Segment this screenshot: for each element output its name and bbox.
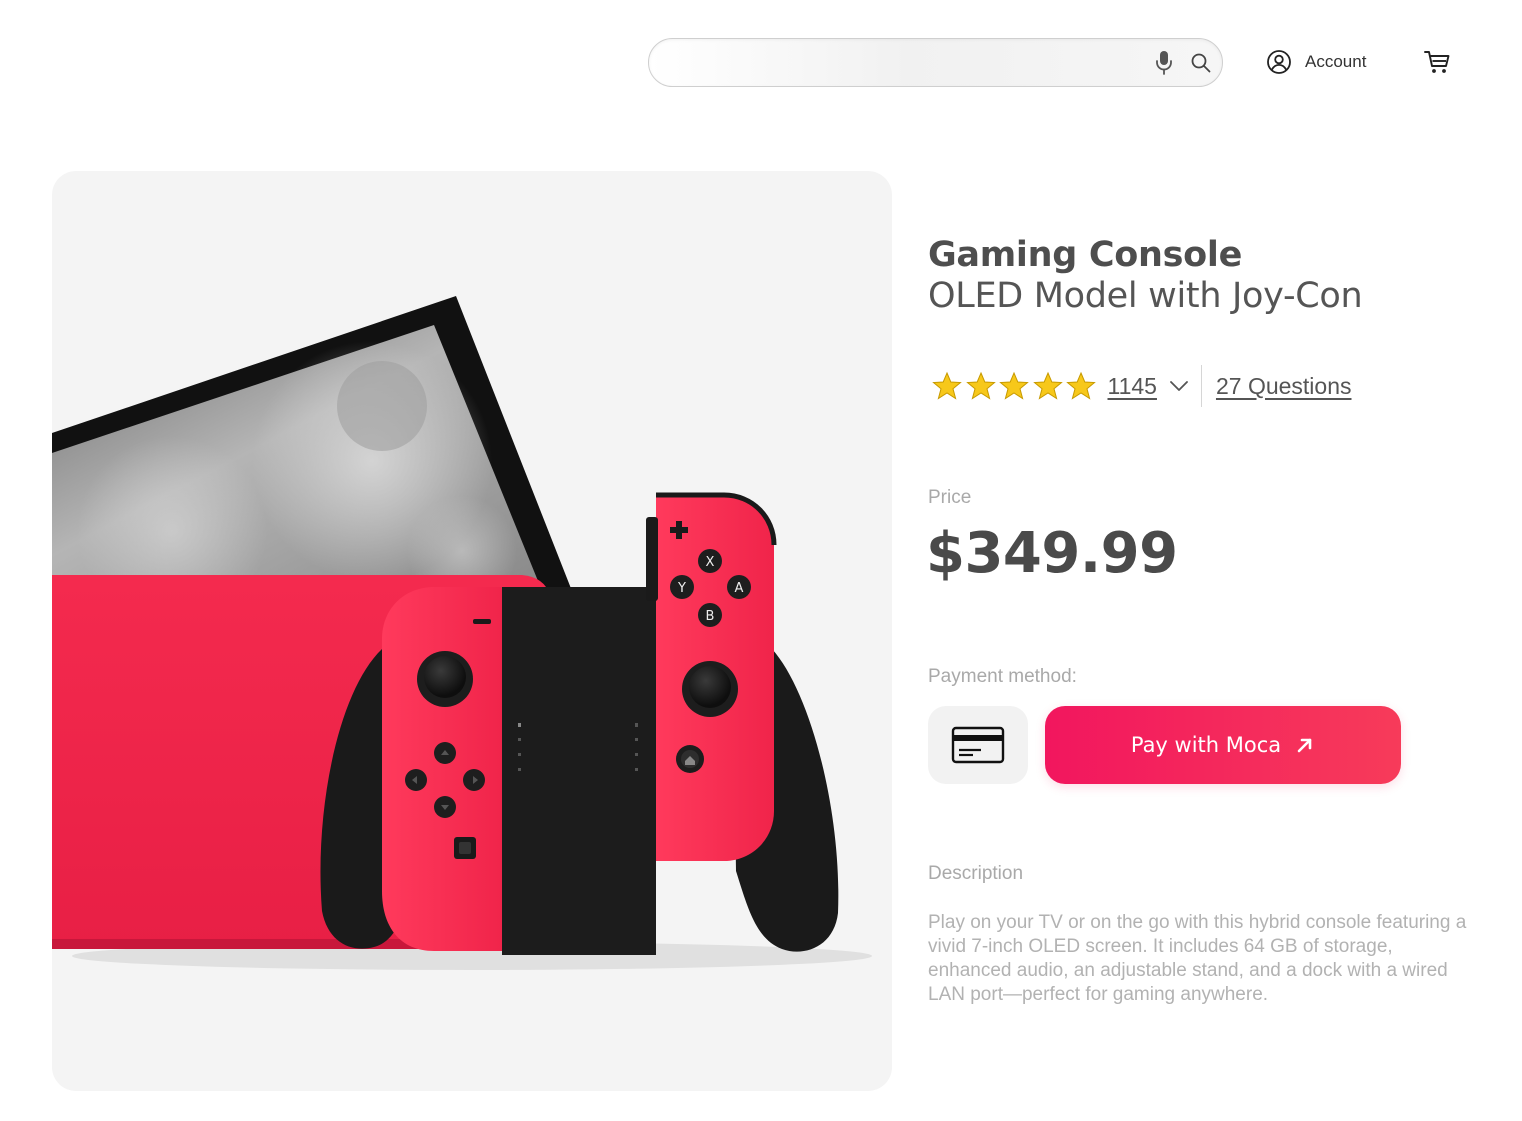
mic-icon[interactable]: [1154, 50, 1174, 76]
product-title-line1: Gaming Console: [928, 235, 1243, 275]
product-title: Gaming Console OLED Model with Joy-Con: [928, 234, 1363, 316]
price: $349.99: [926, 521, 1178, 586]
star-rating: [932, 371, 1100, 401]
pay-with-moca-button[interactable]: Pay with Moca: [1045, 706, 1401, 784]
reviews-link[interactable]: 1145: [1108, 373, 1157, 400]
star-icon: [1066, 371, 1096, 400]
account-label: Account: [1305, 52, 1367, 71]
cart-icon[interactable]: [1423, 49, 1451, 75]
search-bar[interactable]: [648, 38, 1223, 87]
arrow-up-right-icon: [1297, 738, 1312, 753]
pay-with-moca-label: Pay with Moca: [1130, 733, 1282, 757]
button-y-label: Y: [677, 581, 686, 596]
user-circle-icon: [1267, 50, 1291, 74]
account-link[interactable]: Account: [1266, 48, 1366, 76]
questions-link[interactable]: 27 Questions: [1216, 373, 1352, 400]
rating-row: 1145 27 Questions: [932, 365, 1352, 407]
star-icon: [1032, 371, 1063, 400]
description-label: Description: [928, 863, 1024, 884]
card-payment-button[interactable]: [928, 706, 1028, 784]
button-x-label: X: [706, 555, 715, 570]
search-icon[interactable]: [1190, 52, 1212, 74]
search-input[interactable]: [671, 49, 1131, 77]
credit-card-icon: [951, 726, 1005, 764]
price-label: Price: [928, 487, 972, 508]
console-illustration: X Y A B: [52, 296, 872, 970]
button-a-label: A: [735, 581, 744, 596]
description-text: Play on your TV or on the go with this h…: [928, 912, 1467, 1005]
star-icon: [932, 371, 962, 400]
button-b-label: B: [706, 609, 715, 624]
chevron-down-icon[interactable]: [1169, 379, 1189, 393]
divider: [1200, 365, 1202, 407]
product-image: X Y A B: [52, 171, 892, 1091]
star-icon: [999, 371, 1029, 400]
product-title-line2: OLED Model with Joy-Con: [928, 276, 1363, 316]
star-icon: [965, 371, 996, 400]
payment-method-label: Payment method:: [928, 666, 1077, 687]
